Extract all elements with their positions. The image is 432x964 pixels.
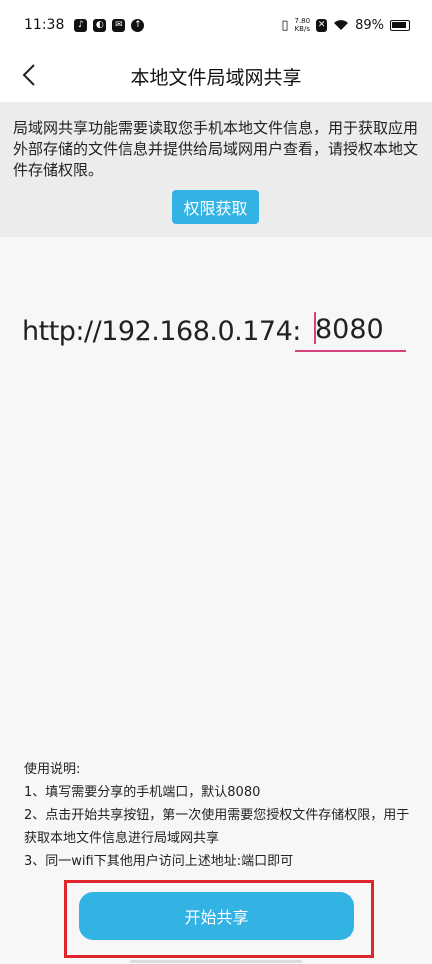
- no-sim-icon: ✕: [316, 18, 328, 32]
- status-right: ▯ 7.80 KB/s ✕ 89%: [281, 17, 410, 33]
- tiktok-icon: ♪: [74, 18, 88, 32]
- wifi-icon: [334, 20, 349, 30]
- instruction-item: 3、同一wifi下其他用户访问上述地址:端口即可: [24, 854, 294, 869]
- mail-icon: ✉: [112, 18, 126, 32]
- battery-icon: [390, 19, 410, 31]
- battery-percent: 89%: [355, 17, 384, 33]
- network-speed-value: 7.80: [294, 17, 311, 25]
- port-input[interactable]: [295, 308, 406, 352]
- page-title: 本地文件局域网共享: [130, 66, 302, 89]
- url-prefix: http://192.168.0.174:: [22, 315, 301, 347]
- status-left: 11:38 ♪ ◐ ✉ ↑: [24, 17, 145, 33]
- vibrate-icon: ▯: [281, 17, 289, 33]
- status-bar: 11:38 ♪ ◐ ✉ ↑ ▯ 7.80 KB/s ✕ 89%: [0, 0, 432, 50]
- instructions-title: 使用说明:: [24, 762, 81, 777]
- network-speed: 7.80 KB/s: [295, 17, 311, 33]
- instructions: 使用说明: 1、填写需要分享的手机端口，默认8080 2、点击开始共享按钮，第一…: [24, 758, 414, 873]
- chevron-left-icon: [22, 64, 35, 86]
- permission-panel: 局域网共享功能需要读取您手机本地文件信息，用于获取应用外部存储的文件信息并提供给…: [0, 102, 432, 237]
- grant-permission-button[interactable]: 权限获取: [172, 190, 259, 224]
- app-header: 本地文件局域网共享: [0, 50, 432, 102]
- network-speed-unit: KB/s: [294, 25, 310, 33]
- share-url: http://192.168.0.174:: [22, 310, 301, 352]
- text-caret: [314, 312, 316, 344]
- navigation-indicator: [130, 960, 302, 963]
- instruction-item: 2、点击开始共享按钮，第一次使用需要您授权文件存储权限，用于获取本地文件信息进行…: [24, 808, 410, 846]
- start-sharing-button[interactable]: 开始共享: [79, 892, 354, 940]
- upload-icon: ↑: [131, 18, 145, 32]
- instruction-item: 1、填写需要分享的手机端口，默认8080: [24, 785, 261, 800]
- permission-text: 局域网共享功能需要读取您手机本地文件信息，用于获取应用外部存储的文件信息并提供给…: [13, 119, 419, 179]
- app-notification-icon: ◐: [93, 18, 107, 32]
- status-time: 11:38: [24, 17, 65, 33]
- back-button[interactable]: [14, 60, 44, 90]
